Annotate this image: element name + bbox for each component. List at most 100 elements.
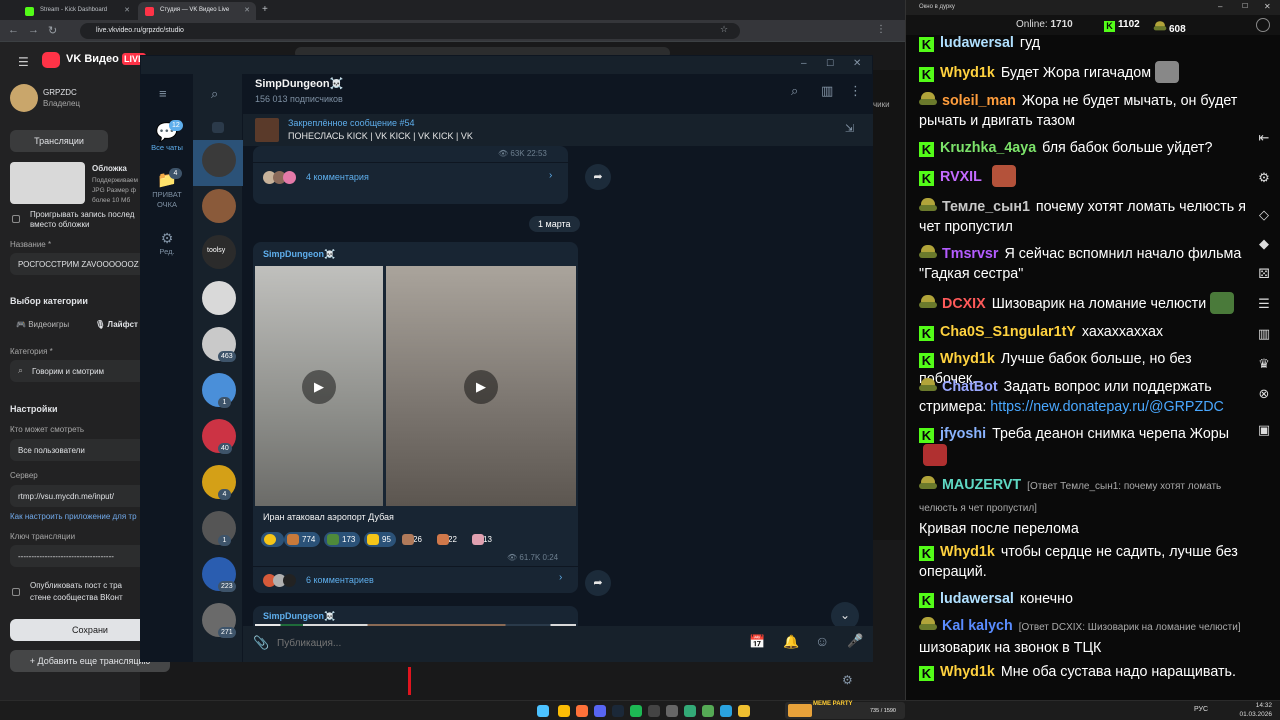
folder-private[interactable]: 📁 ПРИВАТ ОЧКА 4 xyxy=(141,168,193,210)
chat-username[interactable]: Kruzhka_4aya xyxy=(940,140,1036,156)
maximize-icon[interactable]: ☐ xyxy=(1242,2,1248,10)
close-icon[interactable]: ✕ xyxy=(124,6,130,14)
gear-icon[interactable]: ⚙ xyxy=(1256,170,1272,186)
chat-username[interactable]: DCXIX xyxy=(942,296,986,312)
close-icon[interactable]: ✕ xyxy=(1264,2,1271,11)
chat-avatar[interactable]: 463 xyxy=(202,327,236,362)
broadcasts-tab[interactable]: Трансляции xyxy=(10,130,108,152)
video-thumbnail[interactable]: ▶ xyxy=(386,266,576,506)
video-thumbnail[interactable]: ▶ xyxy=(255,266,383,506)
play-record-checkbox[interactable] xyxy=(12,215,20,223)
folder-edit[interactable]: ⚙ Ред. xyxy=(141,230,193,256)
microphone-icon[interactable]: 🎤 xyxy=(847,633,863,649)
chat-avatar[interactable]: 223 xyxy=(202,557,236,592)
gear-icon[interactable]: ⚙ xyxy=(842,673,853,687)
chat-username[interactable]: MAUZERVT xyxy=(942,477,1021,493)
chat-avatar[interactable]: 271 xyxy=(202,603,236,638)
reaction-emote[interactable]: 13 xyxy=(469,532,497,547)
chat-username[interactable]: Cha0S_S1ngular1tY xyxy=(940,324,1076,340)
reaction-emote[interactable]: 26 xyxy=(399,532,427,547)
chat-avatar[interactable]: 40 xyxy=(202,419,236,454)
play-icon[interactable]: ▶ xyxy=(302,370,336,404)
tab-kick-dashboard[interactable]: Stream - Kick Dashboard ✕ xyxy=(18,2,136,20)
chat-username[interactable]: Tmsrvsr xyxy=(942,246,998,262)
bar-chart-icon[interactable]: ▥ xyxy=(1256,326,1272,342)
menu-icon[interactable]: ⋮ xyxy=(876,24,886,35)
media-icon[interactable]: ▣ xyxy=(1256,422,1272,438)
howto-link[interactable]: Как настроить приложение для тр xyxy=(10,512,137,521)
reaction-emote[interactable]: 774 xyxy=(284,532,321,547)
chat-avatar[interactable]: 1 xyxy=(202,373,236,408)
calendar-icon[interactable]: 📅 xyxy=(749,634,765,650)
chat-username[interactable]: Whyd1k xyxy=(940,351,995,367)
obs-icon[interactable] xyxy=(648,705,660,717)
collapse-icon[interactable]: ⇤ xyxy=(1256,130,1272,146)
message-input[interactable] xyxy=(277,632,717,654)
chat-username[interactable]: Темле_сын1 xyxy=(942,199,1030,215)
attach-icon[interactable]: 📎 xyxy=(253,635,269,651)
pin-list-icon[interactable]: ⇲ xyxy=(845,122,854,135)
chat-username[interactable]: Kal kalych xyxy=(942,618,1013,634)
post-author[interactable]: SimpDungeon☠️ xyxy=(263,249,335,260)
chrome-icon[interactable] xyxy=(558,705,570,717)
minimize-icon[interactable]: – xyxy=(801,58,807,69)
emoji-icon[interactable]: ☺ xyxy=(815,633,829,649)
address-bar[interactable]: live.vkvideo.ru/grpzdc/studio xyxy=(80,23,740,39)
close-icon[interactable]: ✕ xyxy=(853,58,861,69)
chat-username[interactable]: jfyoshi xyxy=(940,426,986,442)
star-icon[interactable]: ☆ xyxy=(720,24,728,35)
tab-vk-studio[interactable]: Студия — VK Видео Live ✕ xyxy=(138,2,256,20)
pinned-bar[interactable]: Закреплённое сообщение #54 ПОНЕСЛАСЬ KIC… xyxy=(243,114,873,146)
close-icon[interactable]: ✕ xyxy=(244,6,250,14)
comments-bar[interactable]: 6 комментариев › xyxy=(253,567,578,593)
reload-icon[interactable]: ↻ xyxy=(48,24,57,37)
chat-avatar[interactable] xyxy=(202,189,236,223)
chat-username[interactable]: ludawersal xyxy=(940,591,1014,607)
more-icon[interactable]: ⋮ xyxy=(849,83,862,99)
chat-username[interactable]: soleil_man xyxy=(942,93,1016,109)
forward-button[interactable]: ➦ xyxy=(585,164,611,190)
chat-avatar[interactable]: 4 xyxy=(202,465,236,500)
new-tab-button[interactable]: + xyxy=(262,4,268,15)
dice-icon[interactable]: ⚄ xyxy=(1256,266,1272,282)
gem-icon[interactable]: ◆ xyxy=(1256,236,1272,252)
chat-username[interactable]: Whyd1k xyxy=(940,65,995,81)
comments-link[interactable]: 4 комментария xyxy=(306,172,369,182)
reaction-thumbs-up[interactable]: 95 xyxy=(364,532,396,547)
chat-username[interactable]: Whyd1k xyxy=(940,664,995,680)
windows-start-icon[interactable] xyxy=(537,705,549,717)
maximize-icon[interactable]: ☐ xyxy=(826,58,834,69)
sidebar-icon[interactable]: ▥ xyxy=(821,83,833,99)
reaction-star[interactable] xyxy=(261,532,284,547)
language-indicator[interactable]: РУС xyxy=(1194,706,1208,713)
media-widget[interactable]: MEME PARTY 735 / 1590 xyxy=(785,701,905,719)
pin-app-icon[interactable] xyxy=(702,705,714,717)
comments-link[interactable]: 6 комментариев xyxy=(306,575,374,585)
channel-title[interactable]: SimpDungeon☠️ xyxy=(255,77,343,90)
spotify-icon[interactable] xyxy=(630,705,642,717)
forward-button[interactable]: ➦ xyxy=(585,570,611,596)
forward-icon[interactable]: → xyxy=(28,24,39,36)
firefox-icon[interactable] xyxy=(576,705,588,717)
publish-checkbox[interactable] xyxy=(12,588,20,596)
chat-avatar[interactable]: 1 xyxy=(202,511,236,546)
media-player-icon[interactable] xyxy=(666,705,678,717)
telegram-icon[interactable] xyxy=(720,705,732,717)
chat-username[interactable]: ludawersal xyxy=(940,35,1014,51)
steam-icon[interactable] xyxy=(612,705,624,717)
settings-icon[interactable] xyxy=(1256,18,1270,32)
explorer-icon[interactable] xyxy=(738,705,750,717)
post-author[interactable]: SimpDungeon☠️ xyxy=(263,611,335,622)
reaction-emote[interactable]: 22 xyxy=(434,532,462,547)
reaction-emote[interactable]: 173 xyxy=(324,532,361,547)
bell-icon[interactable]: 🔔 xyxy=(783,634,799,650)
chat-avatar[interactable] xyxy=(202,281,236,315)
chat-avatar[interactable]: toolsy xyxy=(202,235,236,269)
menu-icon[interactable]: ≡ xyxy=(159,86,167,101)
channel-avatar[interactable] xyxy=(10,84,38,112)
diamond-icon[interactable]: ◇ xyxy=(1256,207,1272,223)
list-icon[interactable]: ☰ xyxy=(1256,296,1272,312)
minimize-icon[interactable]: – xyxy=(1218,2,1222,11)
tab-games[interactable]: 🎮 Видеоигры xyxy=(16,320,69,329)
cover-thumbnail[interactable] xyxy=(10,162,85,204)
